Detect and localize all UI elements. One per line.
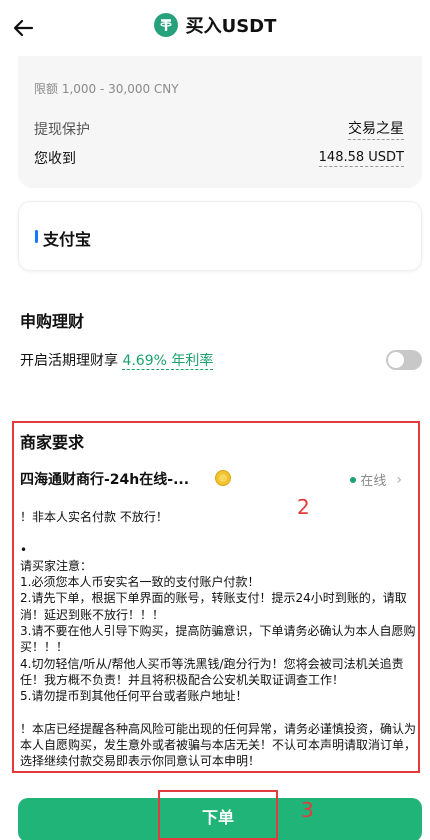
subscription-rate[interactable]: 4.69% 年利率: [122, 353, 214, 370]
order-summary-card: 限额 1,000 - 30,000 CNY 提现保护 交易之星 您收到 148.…: [18, 56, 422, 188]
merchant-status[interactable]: 在线 ›: [350, 470, 402, 489]
merchant-name[interactable]: 四海通财商行-24h在线-...: [20, 469, 189, 489]
merchant-requirements-box: 商家要求 四海通财商行-24h在线-... 在线 › 2 ！非本人实名付款 不放…: [12, 421, 420, 773]
limit-text: 限额 1,000 - 30,000 CNY: [34, 82, 179, 96]
protection-row: 提现保护 交易之星: [34, 118, 404, 140]
payment-accent-bar: [35, 230, 38, 243]
merchant-status-text: 在线: [360, 474, 387, 489]
receive-label: 您收到: [34, 151, 76, 167]
usdt-icon: [153, 13, 178, 37]
subscription-toggle-label: 开启活期理财享: [20, 353, 118, 369]
header: 买入USDT: [0, 0, 430, 56]
payment-method-card[interactable]: 支付宝: [18, 201, 422, 271]
medal-icon: [214, 469, 232, 487]
subscription-row: 开启活期理财享 4.69% 年利率: [20, 350, 214, 370]
receive-row: 您收到 148.58 USDT: [34, 148, 404, 168]
merchant-notice: ！非本人实名付款 不放行！ • 请买家注意： 1.必须您本人币安实名一致的支付账…: [20, 510, 417, 769]
subscription-toggle[interactable]: [386, 350, 422, 370]
page-title: 买入USDT: [185, 16, 277, 37]
title-wrap: 买入USDT: [0, 12, 430, 38]
protection-label: 提现保护: [34, 122, 90, 138]
chevron-right-icon: ›: [396, 471, 402, 488]
receive-value[interactable]: 148.58 USDT: [318, 150, 404, 167]
toggle-knob: [388, 352, 404, 368]
subscription-section-title: 申购理财: [20, 312, 85, 331]
payment-method-label: 支付宝: [43, 230, 92, 249]
protection-value[interactable]: 交易之星: [348, 118, 404, 140]
online-dot-icon: [350, 476, 357, 483]
annotation-label-3: 3: [301, 798, 314, 822]
place-order-label: 下单: [201, 808, 234, 827]
merchant-section-title: 商家要求: [20, 433, 85, 452]
place-order-button[interactable]: 下单: [158, 790, 278, 840]
